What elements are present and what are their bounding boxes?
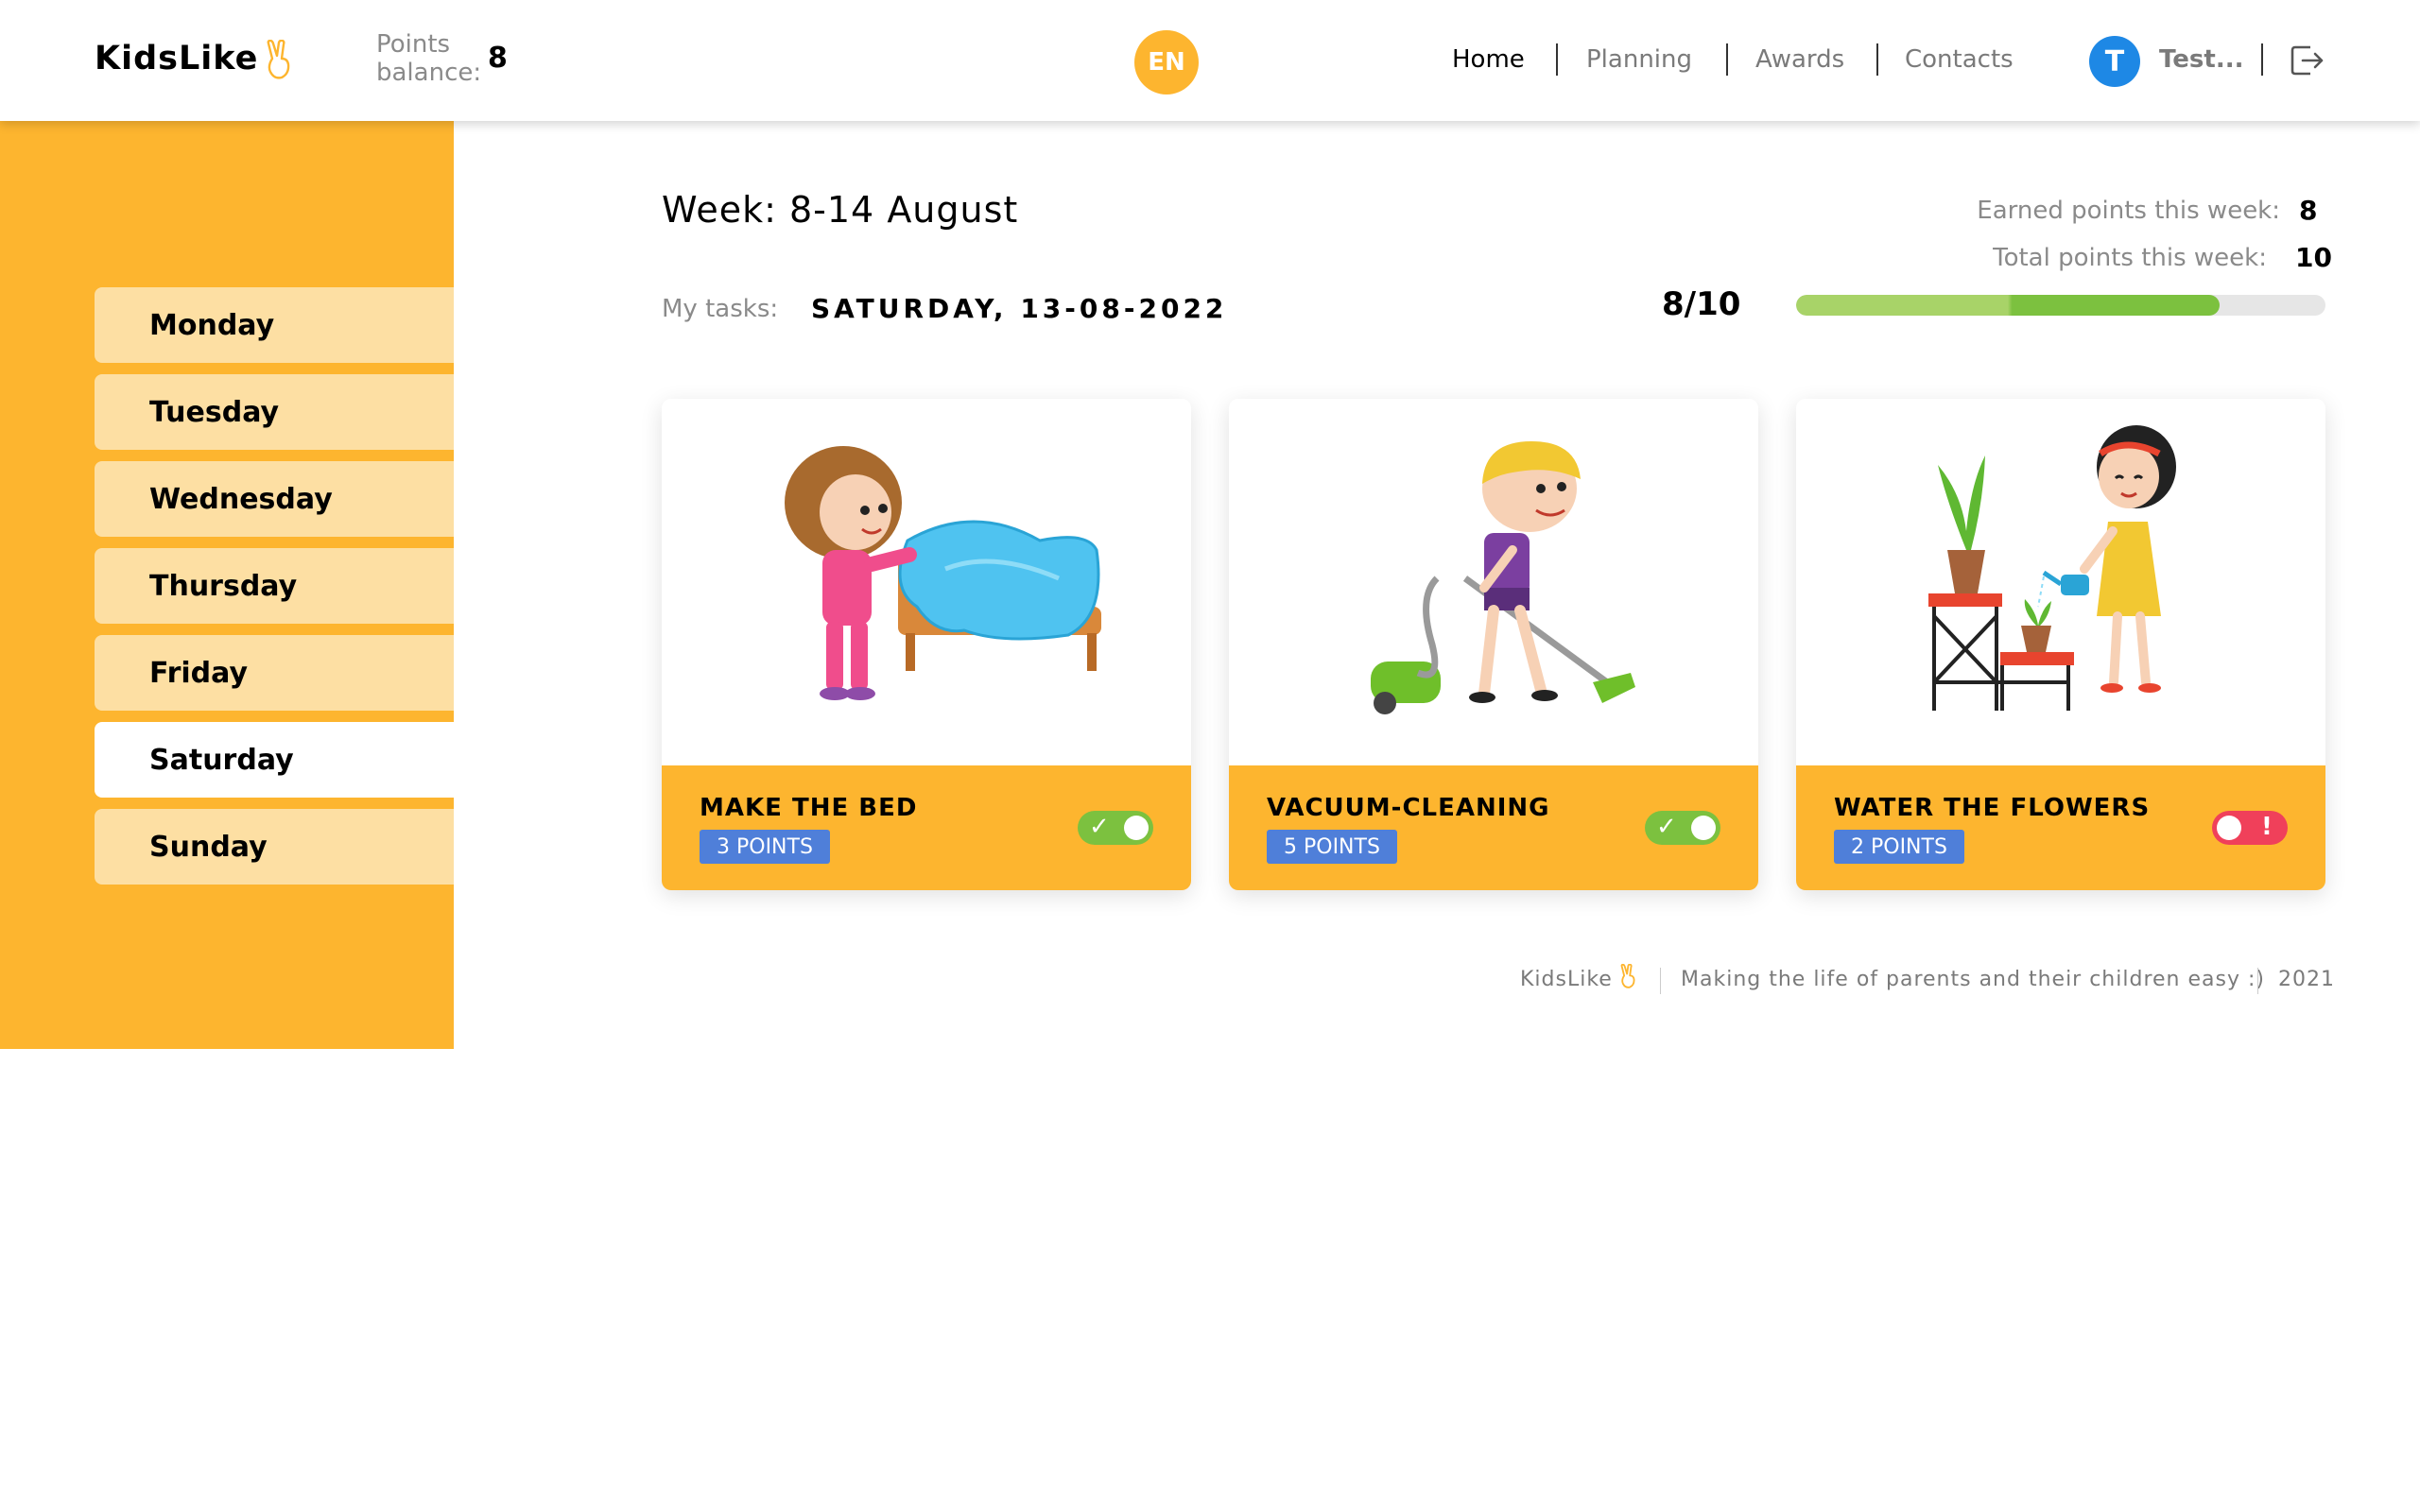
earned-points-value: 8 — [2299, 195, 2318, 226]
task-card: MAKE THE BED 3 POINTS ✓ — [662, 399, 1191, 890]
nav-divider — [1876, 43, 1878, 76]
task-title: WATER THE FLOWERS — [1834, 794, 2151, 822]
day-tuesday[interactable]: Tuesday — [95, 374, 454, 450]
user-avatar[interactable]: T — [2089, 36, 2140, 87]
task-title: MAKE THE BED — [700, 794, 918, 822]
task-points-badge: 3 POINTS — [700, 830, 830, 864]
day-thursday[interactable]: Thursday — [95, 548, 454, 624]
day-saturday[interactable]: Saturday — [95, 722, 454, 798]
total-points-label: Total points this week: — [1993, 244, 2267, 272]
day-wednesday[interactable]: Wednesday — [95, 461, 454, 537]
task-done-toggle[interactable]: ✓ — [1078, 811, 1153, 845]
points-ratio: 8/10 — [1662, 285, 1741, 323]
weekly-progress-fill — [1796, 295, 2220, 316]
points-balance-label: Points balance: — [376, 30, 482, 87]
weekly-progress-bar — [1796, 295, 2325, 316]
footer-brand: KidsLike — [1520, 968, 1613, 991]
current-date: SATURDAY, 13-08-2022 — [811, 293, 1228, 324]
task-points-badge: 2 POINTS — [1834, 830, 1964, 864]
earned-points-label: Earned points this week: — [1977, 197, 2280, 225]
boy-vacuuming-illustration — [1229, 399, 1758, 765]
nav-divider — [1726, 43, 1728, 76]
peace-hand-icon — [1620, 964, 1635, 988]
app-header: KidsLike Points balance: 8 EN Home Plann… — [0, 0, 2420, 121]
peace-hand-icon — [267, 40, 290, 79]
footer-divider — [1660, 968, 1661, 994]
total-points-value: 10 — [2295, 242, 2332, 273]
footer-divider — [2257, 968, 2258, 994]
task-title: VACUUM-CLEANING — [1267, 794, 1550, 822]
language-switch-button[interactable]: EN — [1134, 30, 1199, 94]
nav-home[interactable]: Home — [1452, 45, 1525, 74]
day-friday[interactable]: Friday — [95, 635, 454, 711]
day-monday[interactable]: Monday — [95, 287, 454, 363]
check-icon: ✓ — [1089, 813, 1110, 841]
task-card-footer: MAKE THE BED 3 POINTS ✓ — [662, 765, 1191, 890]
task-done-toggle[interactable]: ! — [2212, 811, 2288, 845]
girl-watering-plants-illustration — [1796, 399, 2325, 765]
user-name[interactable]: Test... — [2159, 45, 2243, 74]
week-title: Week: 8-14 August — [662, 189, 1019, 231]
task-card: WATER THE FLOWERS 2 POINTS ! — [1796, 399, 2325, 890]
logout-icon[interactable] — [2288, 42, 2325, 79]
nav-awards[interactable]: Awards — [1755, 45, 1844, 74]
nav-divider — [2261, 43, 2263, 76]
task-points-badge: 5 POINTS — [1267, 830, 1397, 864]
toggle-knob — [2217, 816, 2241, 840]
points-balance-value: 8 — [488, 42, 508, 75]
app-logo[interactable]: KidsLike — [95, 40, 258, 77]
day-sunday[interactable]: Sunday — [95, 809, 454, 885]
task-card-footer: WATER THE FLOWERS 2 POINTS ! — [1796, 765, 2325, 890]
exclamation-icon: ! — [2261, 813, 2273, 841]
toggle-knob — [1124, 816, 1149, 840]
check-icon: ✓ — [1656, 813, 1677, 841]
nav-contacts[interactable]: Contacts — [1905, 45, 2014, 74]
nav-planning[interactable]: Planning — [1586, 45, 1692, 74]
girl-making-bed-illustration — [662, 399, 1191, 765]
days-sidebar: Monday Tuesday Wednesday Thursday Friday… — [0, 121, 454, 1049]
my-tasks-label: My tasks: — [662, 295, 779, 323]
task-done-toggle[interactable]: ✓ — [1645, 811, 1720, 845]
footer-slogan: Making the life of parents and their chi… — [1681, 968, 2265, 991]
task-card-footer: VACUUM-CLEANING 5 POINTS ✓ — [1229, 765, 1758, 890]
task-card: VACUUM-CLEANING 5 POINTS ✓ — [1229, 399, 1758, 890]
footer-year: 2021 — [2278, 968, 2335, 991]
toggle-knob — [1691, 816, 1716, 840]
nav-divider — [1556, 43, 1558, 76]
